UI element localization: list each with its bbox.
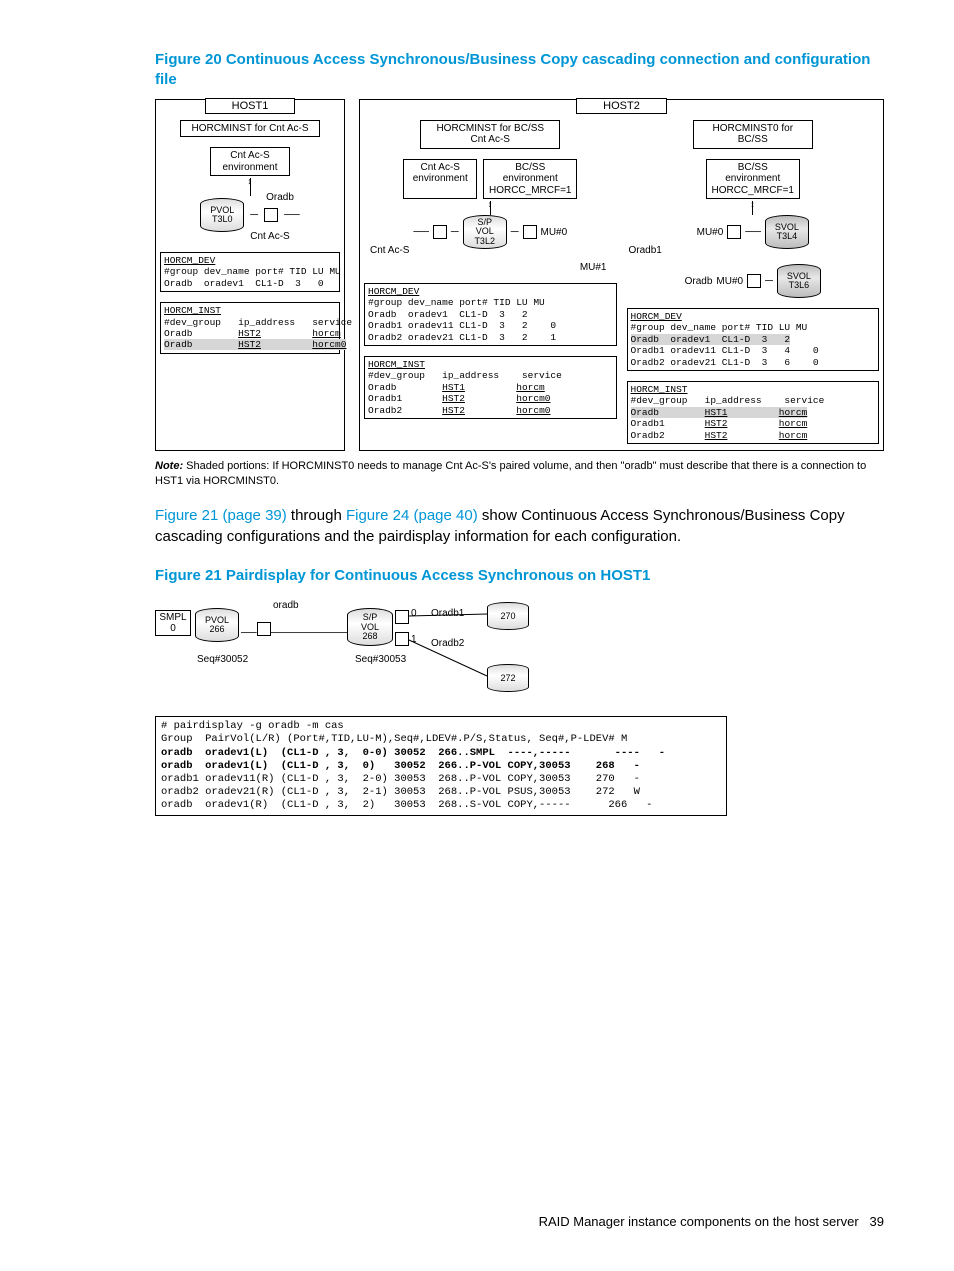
svol2-cyl: SVOL T3L6 bbox=[777, 264, 821, 298]
host1-dev: HORCM_DEV #group dev_name port# TID LU M… bbox=[160, 252, 340, 292]
bridge-paragraph: Figure 21 (page 39) through Figure 24 (p… bbox=[155, 505, 884, 549]
spvol-cyl: S/P VOL T3L2 bbox=[463, 215, 507, 249]
host2l-dev: HORCM_DEV #group dev_name port# TID LU M… bbox=[364, 283, 617, 346]
page-footer: RAID Manager instance components on the … bbox=[539, 1214, 884, 1229]
host2r-horcm: HORCMINST0 for BC/SS bbox=[693, 120, 813, 149]
host1-label: HOST1 bbox=[205, 98, 296, 114]
link-fig21[interactable]: Figure 21 (page 39) bbox=[155, 507, 287, 524]
host2-label: HOST2 bbox=[576, 98, 667, 114]
host2r-dev: HORCM_DEV #group dev_name port# TID LU M… bbox=[627, 308, 880, 371]
link-fig24[interactable]: Figure 24 (page 40) bbox=[346, 507, 478, 524]
host2l-inst: HORCM_INST #dev_group ip_address service… bbox=[364, 356, 617, 419]
figure20-title: Figure 20 Continuous Access Synchronous/… bbox=[155, 50, 884, 91]
host2r-env: BC/SS environment HORCC_MRCF=1 bbox=[706, 159, 800, 200]
host2r-inst: HORCM_INST #dev_group ip_address service… bbox=[627, 381, 880, 444]
pvol-cyl: PVOL T3L0 bbox=[200, 198, 244, 232]
host2l-horcm: HORCMINST for BC/SS Cnt Ac-S bbox=[420, 120, 560, 149]
f21-pvol: PVOL266 bbox=[195, 608, 239, 642]
f21-spvol: S/PVOL268 bbox=[347, 608, 393, 646]
figure20-diagram: HOST1 HORCMINST for Cnt Ac-S Cnt Ac-S en… bbox=[155, 99, 884, 451]
f21-270: 270 bbox=[487, 602, 529, 630]
conn-sq bbox=[264, 208, 278, 222]
f21-272: 272 bbox=[487, 664, 529, 692]
oradb-lbl: Oradb bbox=[266, 192, 294, 203]
host2l-env2: BC/SS environment HORCC_MRCF=1 bbox=[483, 159, 577, 200]
cnt-acs-lbl: Cnt Ac-S bbox=[250, 231, 289, 242]
host1-inst: HORCM_INST #dev_group ip_address service… bbox=[160, 302, 340, 354]
figure21-title: Figure 21 Pairdisplay for Continuous Acc… bbox=[155, 566, 884, 586]
host1-env: Cnt Ac-S environment bbox=[210, 147, 290, 176]
host2l-env: Cnt Ac-S environment bbox=[403, 159, 477, 200]
figure21-diagram: SMPL0 PVOL266 Seq#30052 ───────────── or… bbox=[155, 594, 884, 704]
svol1-cyl: SVOL T3L4 bbox=[765, 215, 809, 249]
figure20-note: Note: Note: Shaded portions: If HORCMINS… bbox=[155, 459, 884, 489]
host1-horcm: HORCMINST for Cnt Ac-S bbox=[180, 120, 320, 138]
figure21-output: # pairdisplay -g oradb -m cas Group Pair… bbox=[155, 716, 727, 816]
